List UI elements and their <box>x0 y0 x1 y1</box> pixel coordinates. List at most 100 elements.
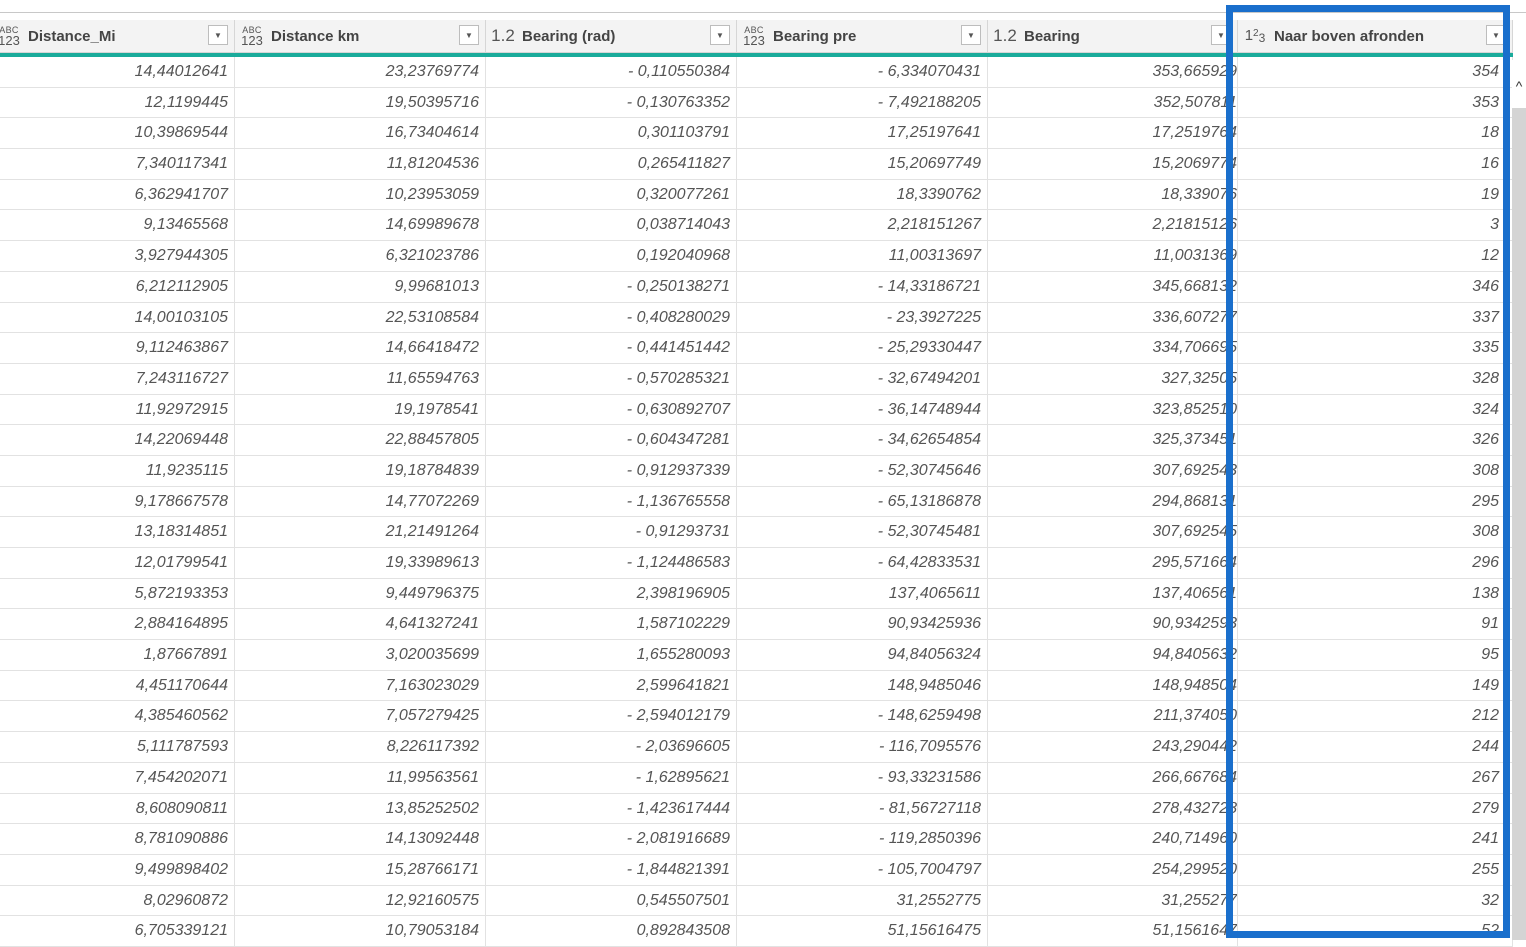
table-cell[interactable]: 18,3390762 <box>737 179 988 210</box>
table-cell[interactable]: - 52,30745481 <box>737 517 988 547</box>
table-cell[interactable]: 11,81204536 <box>235 149 486 179</box>
table-cell[interactable]: - 116,7095576 <box>737 732 988 762</box>
scroll-up-icon[interactable]: ^ <box>1512 78 1526 94</box>
table-cell[interactable]: - 93,33231586 <box>737 762 988 793</box>
table-cell[interactable]: 353 <box>1238 87 1513 118</box>
table-cell[interactable]: 2,218151267 <box>737 210 988 241</box>
table-cell[interactable]: 241 <box>1238 824 1513 854</box>
column-header-bearing-rad[interactable]: 1.2 Bearing (rad) ▼ <box>486 20 737 52</box>
table-cell[interactable]: 0,301103791 <box>486 118 737 149</box>
table-cell[interactable]: - 0,408280029 <box>486 302 737 333</box>
table-row[interactable]: 6,705339121 10,79053184 0,892843508 51,1561… <box>0 916 1513 947</box>
table-row[interactable]: 4,451170644 7,163023029 2,599641821 148,948… <box>0 670 1513 702</box>
table-row[interactable]: 9,499898402 15,28766171- 1,844821391- 105… <box>0 854 1513 886</box>
table-cell[interactable]: 7,243116727 <box>0 363 235 394</box>
table-cell[interactable]: - 64,42833531 <box>737 548 988 578</box>
table-cell[interactable]: 2,599641821 <box>486 670 737 701</box>
table-cell[interactable]: 354 <box>1238 57 1513 87</box>
table-cell[interactable]: 32 <box>1238 885 1513 916</box>
table-cell[interactable]: 14,22069448 <box>0 425 235 455</box>
table-cell[interactable]: 18,339076 <box>988 179 1238 210</box>
table-cell[interactable]: 17,2519764 <box>988 118 1238 149</box>
table-row[interactable]: 6,212112905 9,99681013- 0,250138271- 14,3… <box>0 271 1513 303</box>
table-cell[interactable]: 90,93425936 <box>737 609 988 640</box>
table-cell[interactable]: 9,449796375 <box>235 578 486 609</box>
table-cell[interactable]: 51,1561647 <box>988 916 1238 946</box>
table-cell[interactable]: - 65,13186878 <box>737 486 988 517</box>
table-row[interactable]: 8,608090811 13,85252502- 1,423617444- 81,… <box>0 793 1513 825</box>
table-cell[interactable]: 13,18314851 <box>0 517 235 547</box>
table-cell[interactable]: - 52,30745646 <box>737 455 988 486</box>
table-row[interactable]: 6,362941707 10,23953059 0,320077261 18,3390… <box>0 179 1513 211</box>
table-cell[interactable]: 3,020035699 <box>235 640 486 670</box>
scrollbar-track[interactable] <box>1512 108 1526 940</box>
table-cell[interactable]: - 6,334070431 <box>737 57 988 87</box>
table-cell[interactable]: 19,18784839 <box>235 455 486 486</box>
table-cell[interactable]: 296 <box>1238 548 1513 578</box>
table-cell[interactable]: 9,13465568 <box>0 210 235 241</box>
table-cell[interactable]: - 2,03696605 <box>486 732 737 762</box>
table-cell[interactable]: 240,714960 <box>988 824 1238 854</box>
table-cell[interactable]: 0,038714043 <box>486 210 737 241</box>
table-cell[interactable]: 7,057279425 <box>235 701 486 732</box>
table-cell[interactable]: - 1,62895621 <box>486 762 737 793</box>
table-cell[interactable]: 4,451170644 <box>0 670 235 701</box>
table-cell[interactable]: - 32,67494201 <box>737 363 988 394</box>
table-cell[interactable]: 10,79053184 <box>235 916 486 946</box>
table-cell[interactable]: 4,641327241 <box>235 609 486 640</box>
table-cell[interactable]: 148,9485046 <box>737 670 988 701</box>
table-cell[interactable]: 7,340117341 <box>0 149 235 179</box>
decimal-icon[interactable]: 1.2 <box>490 26 516 46</box>
table-cell[interactable]: 9,112463867 <box>0 333 235 363</box>
column-header-bearing[interactable]: 1.2 Bearing ▼ <box>988 20 1238 52</box>
table-cell[interactable]: 0,192040968 <box>486 241 737 271</box>
column-header-distance-mi[interactable]: ABC 123 Distance_Mi ▼ <box>0 20 235 52</box>
table-cell[interactable]: - 0,912937339 <box>486 455 737 486</box>
table-cell[interactable]: - 0,441451442 <box>486 333 737 363</box>
table-cell[interactable]: 14,13092448 <box>235 824 486 854</box>
decimal-icon[interactable]: 1.2 <box>992 26 1018 46</box>
table-row[interactable]: 3,927944305 6,321023786 0,192040968 11,0031… <box>0 241 1513 272</box>
table-cell[interactable]: 23,23769774 <box>235 57 486 87</box>
table-cell[interactable]: 19,1978541 <box>235 394 486 425</box>
table-cell[interactable]: 308 <box>1238 455 1513 486</box>
table-cell[interactable]: 9,99681013 <box>235 271 486 302</box>
table-cell[interactable]: 10,23953059 <box>235 179 486 210</box>
table-cell[interactable]: 326 <box>1238 425 1513 455</box>
table-cell[interactable]: 323,852510 <box>988 394 1238 425</box>
table-cell[interactable]: 95 <box>1238 640 1513 670</box>
table-cell[interactable]: 137,4065611 <box>737 578 988 609</box>
abc-123-icon[interactable]: ABC 123 <box>0 25 22 47</box>
table-row[interactable]: 14,44012641 23,23769774- 0,110550384- 6,3… <box>0 57 1513 88</box>
table-cell[interactable]: 2,21815126 <box>988 210 1238 241</box>
table-cell[interactable]: - 25,29330447 <box>737 333 988 363</box>
table-cell[interactable]: 243,290442 <box>988 732 1238 762</box>
table-cell[interactable]: - 14,33186721 <box>737 271 988 302</box>
table-cell[interactable]: 8,226117392 <box>235 732 486 762</box>
table-cell[interactable]: 51,15616475 <box>737 916 988 946</box>
table-cell[interactable]: 7,163023029 <box>235 670 486 701</box>
table-cell[interactable]: 1,87667891 <box>0 640 235 670</box>
table-cell[interactable]: 6,212112905 <box>0 271 235 302</box>
abc-123-icon[interactable]: ABC 123 <box>239 25 265 47</box>
table-cell[interactable]: 16,73404614 <box>235 118 486 149</box>
table-cell[interactable]: 12 <box>1238 241 1513 271</box>
table-cell[interactable]: - 2,081916689 <box>486 824 737 854</box>
table-row[interactable]: 9,178667578 14,77072269- 1,136765558- 65,… <box>0 486 1513 518</box>
table-cell[interactable]: 308 <box>1238 517 1513 547</box>
table-cell[interactable]: 11,0031369 <box>988 241 1238 271</box>
table-cell[interactable]: 345,668132 <box>988 271 1238 302</box>
table-cell[interactable]: 94,8405632 <box>988 640 1238 670</box>
table-row[interactable]: 8,02960872 12,92160575 0,545507501 31,25527… <box>0 885 1513 917</box>
table-cell[interactable]: 328 <box>1238 363 1513 394</box>
table-cell[interactable]: - 23,3927225 <box>737 302 988 333</box>
column-header-distance-km[interactable]: ABC 123 Distance km ▼ <box>235 20 486 52</box>
table-cell[interactable]: 31,2552775 <box>737 885 988 916</box>
table-cell[interactable]: - 0,91293731 <box>486 517 737 547</box>
table-cell[interactable]: 148,948504 <box>988 670 1238 701</box>
table-cell[interactable]: - 1,423617444 <box>486 793 737 824</box>
table-cell[interactable]: 337 <box>1238 302 1513 333</box>
table-cell[interactable]: 295 <box>1238 486 1513 517</box>
table-cell[interactable]: 90,9342593 <box>988 609 1238 640</box>
table-cell[interactable]: 6,362941707 <box>0 179 235 210</box>
